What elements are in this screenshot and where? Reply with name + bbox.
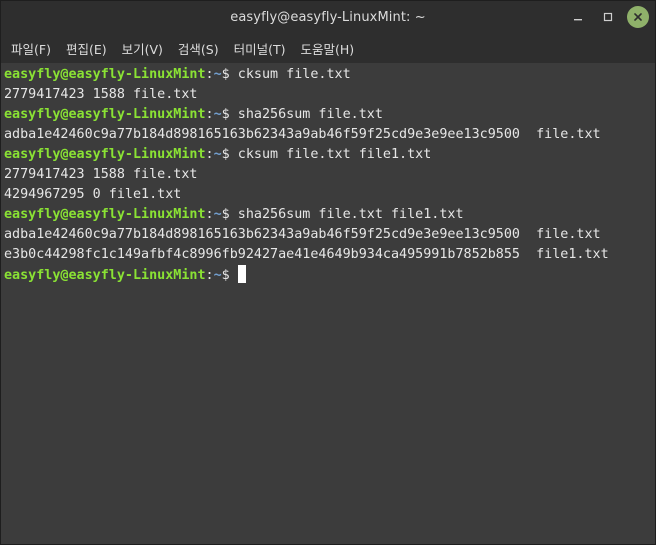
prompt-symbol: $: [221, 107, 238, 122]
menu-view[interactable]: 보기(V): [116, 35, 169, 62]
prompt-line: easyfly@easyfly-LinuxMint:~$ cksum file.…: [4, 65, 652, 85]
prompt-symbol: $: [221, 268, 238, 283]
prompt-separator: :: [205, 107, 214, 122]
command-text: cksum file.txt file1.txt: [237, 147, 432, 162]
output-line: 4294967295 0 file1.txt: [4, 187, 182, 202]
command-text: sha256sum file.txt file1.txt: [237, 207, 464, 222]
prompt-symbol: $: [221, 207, 238, 222]
prompt-separator: :: [205, 268, 214, 283]
prompt-line: easyfly@easyfly-LinuxMint:~$: [4, 265, 652, 285]
menu-search[interactable]: 검색(S): [172, 35, 225, 62]
prompt-user-host: easyfly@easyfly-LinuxMint: [4, 268, 206, 283]
text-cursor: [237, 265, 246, 283]
close-icon: [634, 13, 642, 21]
maximize-icon: [603, 12, 613, 22]
menu-bar: 파일(F) 편집(E) 보기(V) 검색(S) 터미널(T) 도움말(H): [1, 33, 655, 63]
title-bar[interactable]: easyfly@easyfly-LinuxMint: ~: [1, 1, 655, 33]
command-text: cksum file.txt: [237, 67, 351, 82]
output-line: 2779417423 1588 file.txt: [4, 167, 198, 182]
prompt-separator: :: [205, 147, 214, 162]
output-line: adba1e42460c9a77b184d898165163b62343a9ab…: [4, 127, 601, 142]
prompt-user-host: easyfly@easyfly-LinuxMint: [4, 147, 206, 162]
prompt-separator: :: [205, 207, 214, 222]
prompt-separator: :: [205, 67, 214, 82]
maximize-button[interactable]: [597, 6, 619, 28]
prompt-user-host: easyfly@easyfly-LinuxMint: [4, 207, 206, 222]
prompt-line: easyfly@easyfly-LinuxMint:~$ sha256sum f…: [4, 205, 652, 225]
prompt-user-host: easyfly@easyfly-LinuxMint: [4, 67, 206, 82]
menu-help[interactable]: 도움말(H): [295, 35, 361, 62]
minimize-button[interactable]: [567, 6, 589, 28]
menu-edit[interactable]: 편집(E): [60, 35, 113, 62]
terminal-area[interactable]: easyfly@easyfly-LinuxMint:~$ cksum file.…: [1, 63, 655, 544]
prompt-line: easyfly@easyfly-LinuxMint:~$ sha256sum f…: [4, 105, 652, 125]
prompt-symbol: $: [221, 67, 238, 82]
window-title: easyfly@easyfly-LinuxMint: ~: [230, 9, 426, 25]
prompt-path: ~: [213, 147, 222, 162]
minimize-icon: [574, 19, 582, 21]
prompt-line: easyfly@easyfly-LinuxMint:~$ cksum file.…: [4, 145, 652, 165]
menu-terminal[interactable]: 터미널(T): [228, 35, 292, 62]
close-button[interactable]: [627, 6, 649, 28]
terminal-window: easyfly@easyfly-LinuxMint: ~ 파일(F) 편집(E)…: [0, 0, 656, 545]
window-controls: [567, 6, 649, 28]
prompt-symbol: $: [221, 147, 238, 162]
prompt-path: ~: [213, 207, 222, 222]
menu-file[interactable]: 파일(F): [5, 35, 57, 62]
prompt-path: ~: [213, 268, 222, 283]
prompt-path: ~: [213, 67, 222, 82]
prompt-user-host: easyfly@easyfly-LinuxMint: [4, 107, 206, 122]
output-line: e3b0c44298fc1c149afbf4c8996fb92427ae41e4…: [4, 247, 609, 262]
output-line: adba1e42460c9a77b184d898165163b62343a9ab…: [4, 227, 601, 242]
command-text: sha256sum file.txt: [237, 107, 383, 122]
output-line: 2779417423 1588 file.txt: [4, 87, 198, 102]
prompt-path: ~: [213, 107, 222, 122]
